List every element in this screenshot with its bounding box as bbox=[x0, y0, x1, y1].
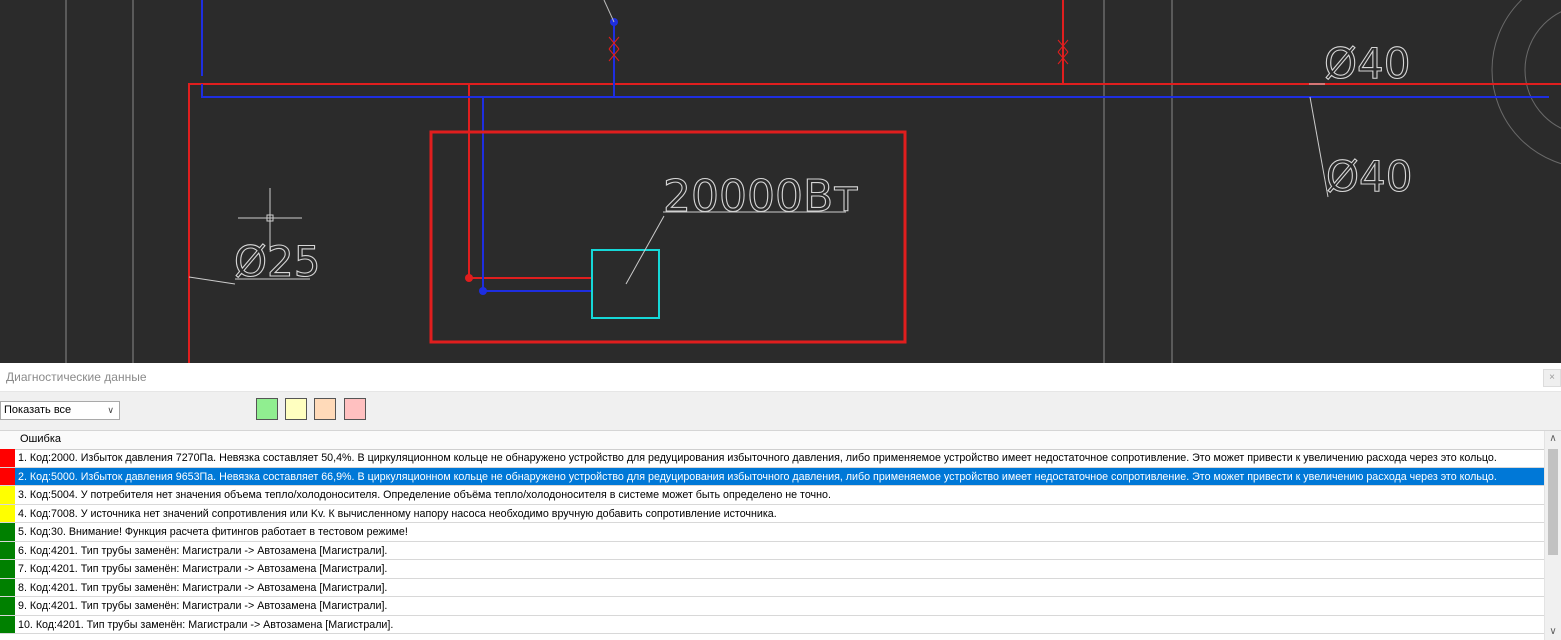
filter-swatch-orange[interactable] bbox=[314, 398, 336, 420]
severity-indicator bbox=[0, 467, 15, 486]
table-row[interactable]: 10. Код:4201. Тип трубы заменён: Магистр… bbox=[0, 615, 1545, 635]
severity-indicator bbox=[0, 541, 15, 560]
supply-pipe bbox=[188, 83, 1561, 363]
column-header-error[interactable]: Ошибка bbox=[20, 433, 61, 445]
table-row[interactable]: 3. Код:5004. У потребителя нет значения … bbox=[0, 486, 1545, 505]
table-row[interactable]: 7. Код:4201. Тип трубы заменён: Магистра… bbox=[0, 560, 1545, 579]
error-message: 4. Код:7008. У источника нет значений со… bbox=[18, 507, 777, 520]
severity-indicator bbox=[0, 560, 15, 578]
selection-rectangle bbox=[429, 130, 907, 344]
error-message: 1. Код:2000. Избыток давления 7270Па. Не… bbox=[18, 452, 1497, 464]
error-message: 9. Код:4201. Тип трубы заменён: Магистра… bbox=[18, 600, 388, 613]
table-row[interactable]: 6. Код:4201. Тип трубы заменён: Магистра… bbox=[0, 541, 1545, 561]
grid-rows: 1. Код:2000. Избыток давления 7270Па. Не… bbox=[0, 449, 1545, 635]
filter-dropdown[interactable]: Показать все ∨ bbox=[0, 401, 120, 420]
diameter-label: Ø25 bbox=[234, 237, 321, 286]
table-row[interactable]: 5. Код:30. Внимание! Функция расчета фит… bbox=[0, 523, 1545, 542]
panel-title: Диагностические данные bbox=[6, 370, 147, 384]
diameter-label: Ø40 bbox=[1326, 152, 1413, 201]
severity-indicator bbox=[0, 615, 15, 634]
scroll-up-icon[interactable]: ∧ bbox=[1545, 431, 1561, 447]
cad-drawing-canvas[interactable]: Ø40 Ø40 Ø25 20000Вт bbox=[0, 0, 1561, 363]
filter-swatch-green[interactable] bbox=[256, 398, 278, 420]
scroll-thumb[interactable] bbox=[1548, 449, 1558, 555]
power-label: 20000Вт bbox=[663, 171, 859, 222]
error-message: 2. Код:5000. Избыток давления 9653Па. Не… bbox=[18, 470, 1497, 483]
error-message: 10. Код:4201. Тип трубы заменён: Магистр… bbox=[18, 618, 394, 631]
table-row[interactable]: 1. Код:2000. Избыток давления 7270Па. Не… bbox=[0, 449, 1545, 468]
scroll-down-icon[interactable]: ∨ bbox=[1545, 624, 1561, 640]
close-icon[interactable]: × bbox=[1543, 369, 1561, 387]
node-point bbox=[479, 287, 487, 295]
table-row[interactable]: 8. Код:4201. Тип трубы заменён: Магистра… bbox=[0, 578, 1545, 598]
diagnostics-panel: Диагностические данные × Показать все ∨ … bbox=[0, 363, 1561, 640]
error-message: 8. Код:4201. Тип трубы заменён: Магистра… bbox=[18, 581, 388, 594]
equipment-circle bbox=[1524, 11, 1561, 129]
filter-swatch-red[interactable] bbox=[344, 398, 366, 420]
severity-indicator bbox=[0, 449, 15, 467]
severity-indicator bbox=[0, 504, 15, 523]
error-message: 3. Код:5004. У потребителя нет значения … bbox=[18, 489, 831, 502]
errors-grid: Ошибка 1. Код:2000. Избыток давления 727… bbox=[0, 430, 1561, 640]
error-message: 5. Код:30. Внимание! Функция расчета фит… bbox=[18, 526, 408, 539]
diameter-label: Ø40 bbox=[1324, 39, 1411, 88]
table-row[interactable]: 4. Код:7008. У источника нет значений со… bbox=[0, 504, 1545, 524]
drawing-svg: Ø40 Ø40 Ø25 20000Вт bbox=[65, 0, 1561, 363]
severity-indicator bbox=[0, 523, 15, 541]
filter-dropdown-value: Показать все bbox=[4, 404, 72, 416]
chevron-down-icon: ∨ bbox=[107, 405, 114, 415]
severity-indicator bbox=[0, 597, 15, 615]
panel-header: Диагностические данные × bbox=[0, 363, 1561, 392]
table-row[interactable]: 9. Код:4201. Тип трубы заменён: Магистра… bbox=[0, 597, 1545, 616]
severity-indicator bbox=[0, 578, 15, 597]
grid-header: Ошибка bbox=[0, 431, 1545, 450]
vertical-scrollbar[interactable]: ∧ ∨ bbox=[1544, 431, 1561, 640]
severity-indicator bbox=[0, 486, 15, 504]
radiator-symbol bbox=[591, 249, 660, 319]
error-message: 6. Код:4201. Тип трубы заменён: Магистра… bbox=[18, 544, 388, 557]
table-row[interactable]: 2. Код:5000. Избыток давления 9653Па. Не… bbox=[0, 467, 1545, 487]
node-point bbox=[465, 274, 473, 282]
error-message: 7. Код:4201. Тип трубы заменён: Магистра… bbox=[18, 563, 388, 576]
filter-swatch-yellow[interactable] bbox=[285, 398, 307, 420]
